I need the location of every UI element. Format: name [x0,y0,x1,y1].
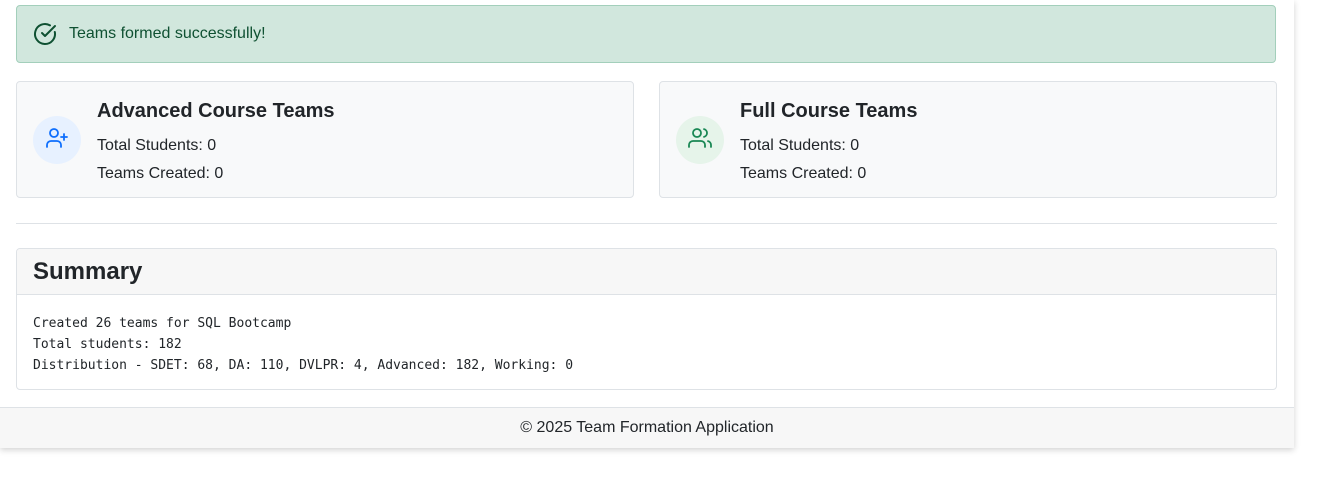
page-container: Teams formed successfully! Advanced Cour… [0,0,1294,448]
footer: © 2025 Team Formation Application [0,407,1294,448]
full-card-title: Full Course Teams [740,100,918,122]
advanced-card-title: Advanced Course Teams [97,100,335,122]
full-card-body: Full Course Teams Total Students: 0 Team… [740,98,917,188]
alert-message: Teams formed successfully! [69,25,266,42]
success-alert: Teams formed successfully! [16,5,1276,63]
section-divider [16,223,1277,224]
summary-header: Summary [17,249,1276,295]
advanced-course-card: Advanced Course Teams Total Students: 0 … [16,81,634,198]
summary-line-teams: Created 26 teams for SQL Bootcamp [33,316,292,331]
full-icon-badge [676,116,724,164]
summary-card: Summary Created 26 teams for SQL Bootcam… [16,248,1277,390]
summary-body: Created 26 teams for SQL Bootcamp Total … [17,295,1276,376]
advanced-card-body: Advanced Course Teams Total Students: 0 … [97,98,335,188]
advanced-teams-created: Teams Created: 0 [97,165,224,182]
advanced-icon-badge [33,116,81,164]
summary-title: Summary [33,257,143,285]
full-teams-created: Teams Created: 0 [740,165,867,182]
advanced-total-students: Total Students: 0 [97,137,217,154]
full-total-students: Total Students: 0 [740,137,860,154]
check-circle-icon [33,22,57,46]
summary-line-distribution: Distribution - SDET: 68, DA: 110, DVLPR:… [33,358,574,373]
users-icon [688,126,712,155]
full-course-card: Full Course Teams Total Students: 0 Team… [659,81,1277,198]
user-plus-icon [45,126,69,155]
footer-copyright: © 2025 Team Formation Application [520,419,774,436]
summary-line-students: Total students: 182 [33,337,182,352]
